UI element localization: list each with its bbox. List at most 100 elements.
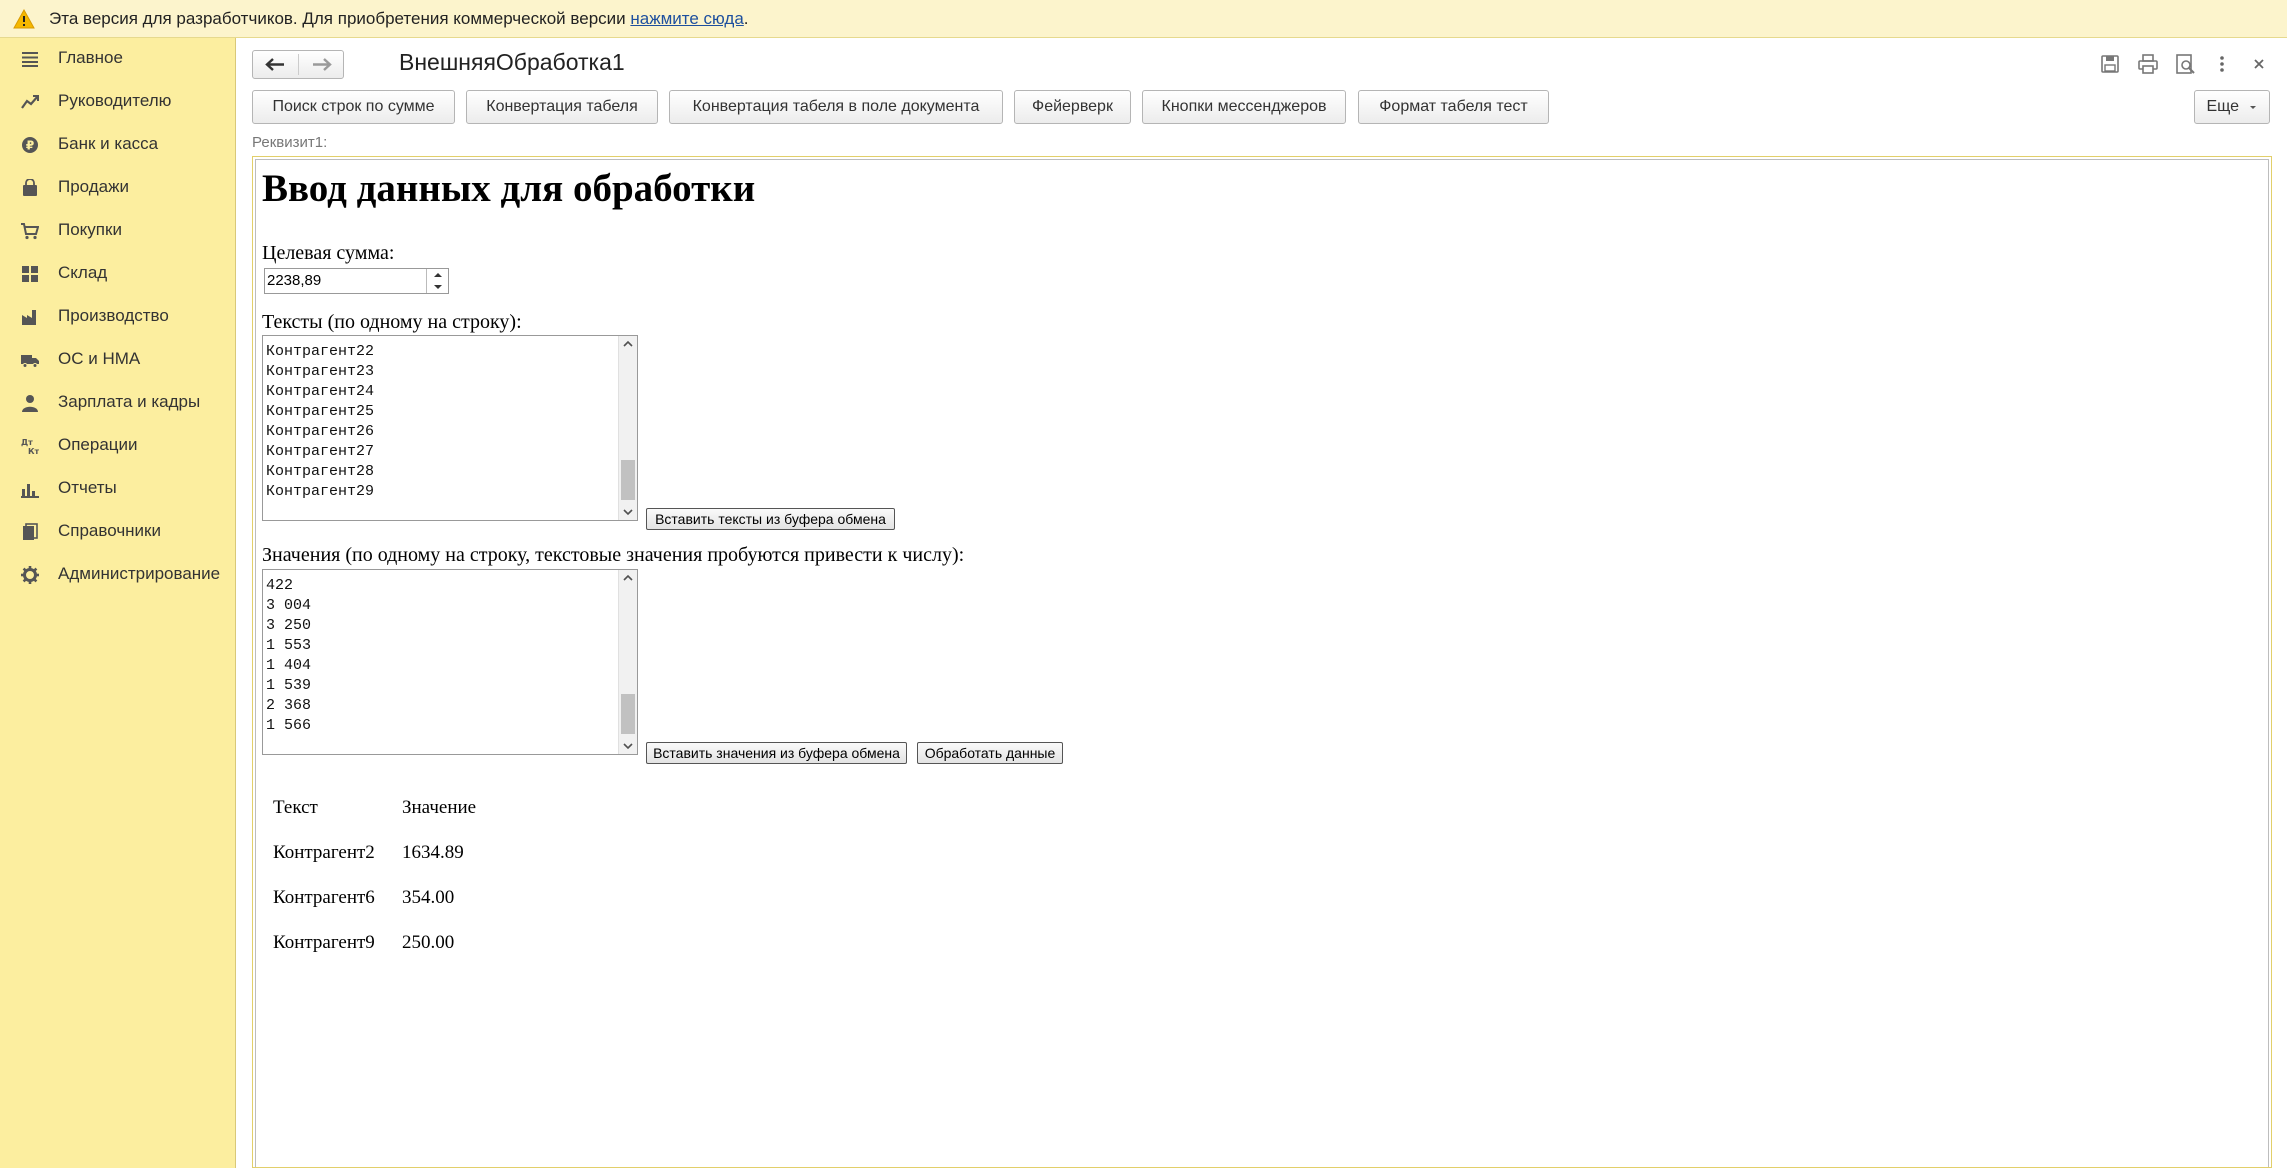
cart-icon xyxy=(21,223,39,240)
arrow-left-icon xyxy=(265,58,284,71)
sidebar-item-manager[interactable]: Руководителю xyxy=(0,81,236,124)
sidebar-item-warehouse[interactable]: Склад xyxy=(0,253,236,296)
sidebar-item-label: Администрирование xyxy=(58,564,221,583)
trend-chart-icon xyxy=(21,95,39,109)
texts-lines: Контрагент22 Контрагент23 Контрагент24 К… xyxy=(266,342,374,502)
value-line: 1 404 xyxy=(266,657,312,674)
close-icon[interactable] xyxy=(2247,52,2271,76)
sidebar-item-operations[interactable]: Дт Кт Операции xyxy=(0,425,236,468)
value-line: 3 004 xyxy=(266,597,312,614)
sidebar-item-salary[interactable]: Зарплата и кадры xyxy=(0,382,236,425)
text-line: Контрагент24 xyxy=(266,383,375,400)
fireworks-button[interactable]: Фейерверк xyxy=(1014,90,1131,124)
books-icon xyxy=(23,523,38,540)
column-header-value: Значение xyxy=(402,797,477,818)
sidebar-item-production[interactable]: Производство xyxy=(0,296,236,339)
forward-button[interactable] xyxy=(299,51,344,78)
bar-chart-icon xyxy=(21,484,39,498)
text-line: Контрагент23 xyxy=(266,363,375,380)
result-text-cell: Контрагент2 xyxy=(273,842,375,863)
back-button[interactable] xyxy=(253,51,298,78)
scroll-down-icon[interactable] xyxy=(619,738,637,754)
print-icon[interactable] xyxy=(2136,52,2160,76)
more-vertical-icon[interactable] xyxy=(2210,52,2234,76)
person-icon xyxy=(22,395,38,412)
scroll-down-icon[interactable] xyxy=(619,504,637,520)
sidebar-item-bank[interactable]: ₽ Банк и касса xyxy=(0,124,236,167)
text-line: Контрагент22 xyxy=(266,343,375,360)
text-line: Контрагент28 xyxy=(266,463,375,480)
developer-version-banner: Эта версия для разработчиков. Для приобр… xyxy=(0,0,2287,38)
sidebar-item-sales[interactable]: Продажи xyxy=(0,167,236,210)
text-line: Контрагент25 xyxy=(266,403,375,420)
value-line: 1 539 xyxy=(266,677,312,694)
value-line: 3 250 xyxy=(266,617,312,634)
sidebar-item-label: Главное xyxy=(58,48,123,67)
sidebar-item-label: Руководителю xyxy=(58,91,172,110)
messenger-buttons-button[interactable]: Кнопки мессенджеров xyxy=(1142,90,1346,124)
decrement-icon[interactable] xyxy=(427,281,449,293)
target-sum-input[interactable]: 2238,89 xyxy=(264,268,449,294)
paste-texts-button[interactable]: Вставить тексты из буфера обмена xyxy=(646,508,895,530)
sidebar-item-label: Отчеты xyxy=(58,478,117,497)
scroll-up-icon[interactable] xyxy=(619,570,637,586)
result-value-cell: 1634.89 xyxy=(402,842,464,863)
values-textarea[interactable]: 422 3 004 3 250 1 553 1 404 1 539 2 368 … xyxy=(262,569,638,755)
arrow-right-icon xyxy=(313,58,332,71)
increment-icon[interactable] xyxy=(427,269,449,281)
buy-commercial-link[interactable]: нажмите сюда xyxy=(630,9,743,28)
convert-timesheet-button[interactable]: Конвертация табеля xyxy=(466,90,658,124)
sidebar-item-references[interactable]: Справочники xyxy=(0,511,236,554)
gear-icon xyxy=(21,566,39,584)
result-text-cell: Контрагент9 xyxy=(273,932,375,953)
values-scrollbar[interactable] xyxy=(618,570,637,754)
sidebar-item-label: Банк и касса xyxy=(58,134,159,153)
preview-icon[interactable] xyxy=(2173,52,2197,76)
sidebar-item-label: Продажи xyxy=(58,177,129,196)
sidebar-item-main[interactable]: Главное xyxy=(0,38,236,81)
column-header-text: Текст xyxy=(273,797,318,818)
sidebar-item-label: Производство xyxy=(58,306,169,325)
text-line: Контрагент26 xyxy=(266,423,375,440)
texts-textarea[interactable]: Контрагент22 Контрагент23 Контрагент24 К… xyxy=(262,335,638,521)
result-value-cell: 250.00 xyxy=(402,932,455,953)
history-nav xyxy=(252,50,344,79)
paste-values-button[interactable]: Вставить значения из буфера обмена xyxy=(646,742,907,764)
scroll-thumb[interactable] xyxy=(621,460,635,500)
menu-lines-icon xyxy=(22,52,38,67)
sidebar-item-label: Справочники xyxy=(58,521,161,540)
result-value-cell: 354.00 xyxy=(402,887,455,908)
sidebar-item-label: Зарплата и кадры xyxy=(58,392,201,411)
sidebar-item-administration[interactable]: Администрирование xyxy=(0,554,236,597)
texts-scrollbar[interactable] xyxy=(618,336,637,520)
scroll-thumb[interactable] xyxy=(621,694,635,734)
sidebar-item-reports[interactable]: Отчеты xyxy=(0,468,236,511)
value-line: 422 xyxy=(266,577,294,594)
more-label: Еще xyxy=(2206,98,2240,115)
more-actions-button[interactable]: Еще xyxy=(2194,90,2270,124)
sidebar-item-assets[interactable]: ОС и НМА xyxy=(0,339,236,382)
sidebar-item-label: Операции xyxy=(58,435,138,454)
sidebar-item-purchases[interactable]: Покупки xyxy=(0,210,236,253)
text-line: Контрагент29 xyxy=(266,483,375,500)
timesheet-format-test-button[interactable]: Формат табеля тест xyxy=(1358,90,1549,124)
sidebar-item-label: Склад xyxy=(58,263,108,282)
value-line: 1 553 xyxy=(266,637,312,654)
value-line: 2 368 xyxy=(266,697,312,714)
process-data-button[interactable]: Обработать данные xyxy=(917,742,1063,764)
sidebar-item-label: Покупки xyxy=(58,220,122,239)
convert-timesheet-to-doc-button[interactable]: Конвертация табеля в поле документа xyxy=(669,90,1003,124)
factory-icon xyxy=(22,310,36,325)
shopping-bag-icon xyxy=(23,179,37,196)
page-title: Ввод данных для обработки xyxy=(262,167,756,210)
save-icon[interactable] xyxy=(2098,52,2122,76)
warning-icon xyxy=(13,9,35,29)
find-rows-by-sum-button[interactable]: Поиск строк по сумме xyxy=(252,90,455,124)
values-label: Значения (по одному на строку, текстовые… xyxy=(262,544,965,566)
scroll-up-icon[interactable] xyxy=(619,336,637,352)
form-title: ВнешняяОбработка1 xyxy=(399,49,625,75)
values-lines: 422 3 004 3 250 1 553 1 404 1 539 2 368 … xyxy=(266,576,311,736)
ruble-coin-icon: ₽ xyxy=(22,137,38,153)
target-sum-spinner xyxy=(426,269,449,293)
result-text-cell: Контрагент6 xyxy=(273,887,375,908)
